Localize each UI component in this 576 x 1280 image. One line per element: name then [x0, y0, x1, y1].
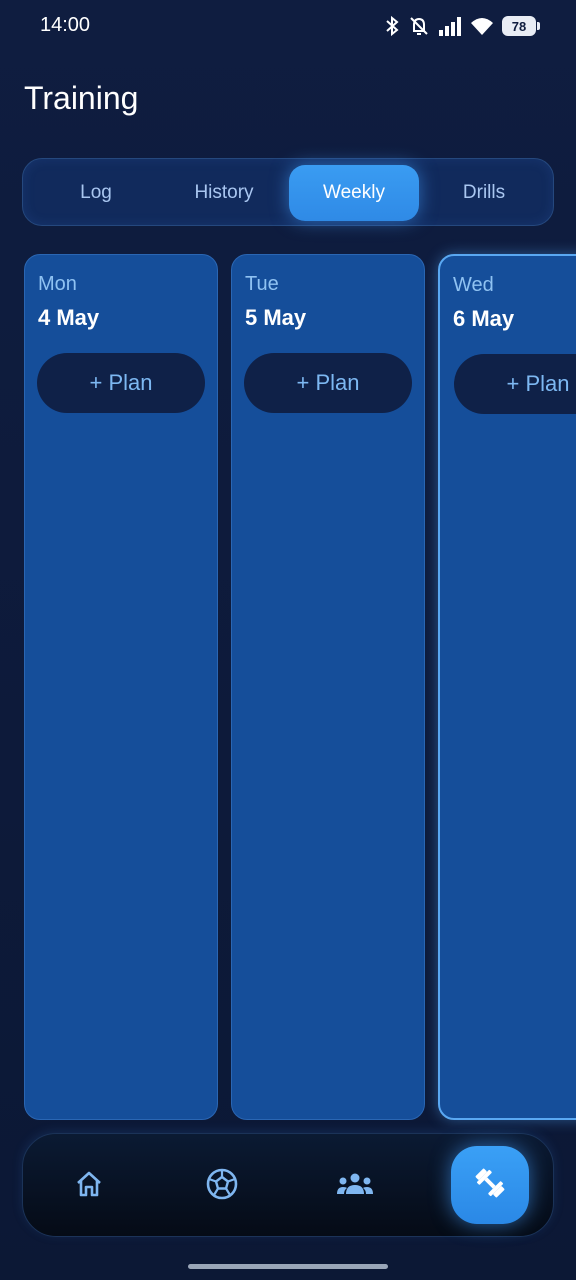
day-date: 4 May [38, 305, 100, 330]
add-plan-button[interactable]: + Plan [37, 353, 205, 413]
day-column-mon: Mon 4 May + Plan [24, 254, 218, 1120]
day-column-tue: Tue 5 May + Plan [231, 254, 425, 1120]
home-indicator[interactable] [188, 1264, 388, 1269]
tab-log[interactable]: Log [31, 165, 161, 221]
mute-bell-icon [408, 15, 430, 37]
wifi-icon [470, 16, 494, 36]
tab-weekly[interactable]: Weekly [289, 165, 419, 221]
day-column-wed: Wed 6 May + Plan [438, 254, 576, 1120]
soccer-ball-icon [205, 1167, 239, 1206]
tab-drills[interactable]: Drills [419, 165, 549, 221]
add-plan-button[interactable]: + Plan [454, 354, 576, 414]
nav-home[interactable] [49, 1146, 129, 1226]
signal-icon [438, 16, 462, 36]
dumbbell-icon [471, 1164, 509, 1207]
nav-training[interactable] [451, 1146, 529, 1224]
nav-team[interactable] [315, 1146, 395, 1226]
add-plan-button[interactable]: + Plan [244, 353, 412, 413]
home-icon [73, 1168, 105, 1205]
bluetooth-icon [384, 15, 400, 37]
day-name: Tue [245, 273, 279, 295]
day-date: 5 May [245, 305, 307, 330]
day-name: Mon [38, 273, 77, 295]
page-title: Training [24, 80, 139, 116]
team-icon [336, 1169, 374, 1204]
tab-history[interactable]: History [159, 165, 289, 221]
training-screen: 14:00 78 Training Log History Weekly Dri… [0, 0, 576, 1280]
day-name: Wed [453, 274, 494, 296]
day-date: 6 May [453, 306, 515, 331]
status-icons: 78 [384, 12, 540, 40]
bottom-navigation [22, 1133, 554, 1237]
nav-matches[interactable] [182, 1146, 262, 1226]
tab-bar: Log History Weekly Drills [22, 158, 554, 226]
status-bar: 14:00 78 [0, 0, 576, 52]
status-time: 14:00 [40, 14, 91, 36]
battery-icon: 78 [502, 16, 540, 36]
